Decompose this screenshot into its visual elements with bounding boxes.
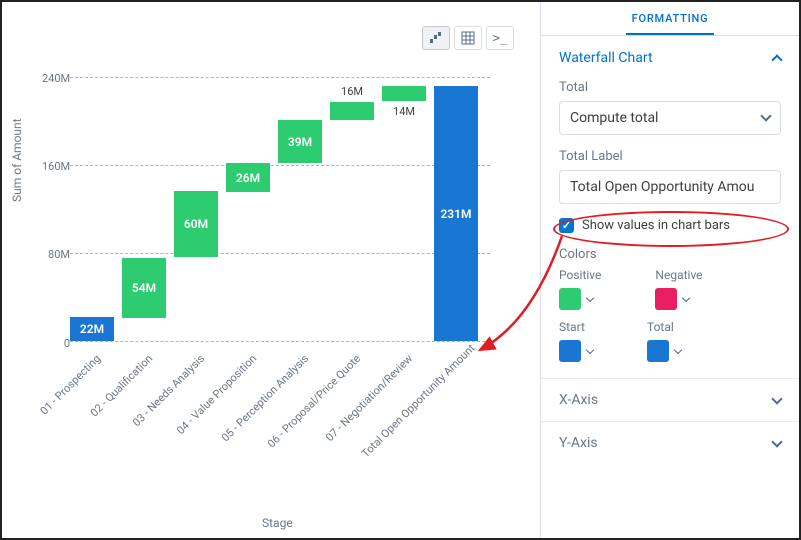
bar-start[interactable]: 22M xyxy=(70,317,114,341)
chart-view-button[interactable] xyxy=(422,26,450,50)
grid-line xyxy=(70,341,490,342)
y-tick: 160M xyxy=(42,160,70,173)
color-negative: Negative xyxy=(655,268,702,310)
bar-label: 14M xyxy=(378,105,430,118)
x-tick-label: Total Open Opportunity Amount xyxy=(359,352,467,460)
chart-plot: 22M 54M 60M 26M 39M 16M 14M 231M xyxy=(70,77,490,342)
section-x-axis[interactable]: X-Axis xyxy=(541,378,799,421)
color-start-picker[interactable] xyxy=(559,340,593,362)
color-swatch xyxy=(559,288,581,310)
chevron-down-icon xyxy=(771,393,782,404)
grid-line xyxy=(70,253,490,254)
total-select[interactable]: Compute total xyxy=(559,101,781,135)
colors-label: Colors xyxy=(541,247,799,268)
total-label: Total xyxy=(541,76,799,101)
checkbox-checked-icon[interactable]: ✓ xyxy=(559,218,574,233)
bar-positive[interactable]: 26M xyxy=(226,163,270,192)
x-axis-title: Stage xyxy=(262,516,293,530)
bar-total[interactable]: 231M xyxy=(434,86,478,341)
x-tick-label: 03 - Needs Analysis xyxy=(99,352,207,460)
bar-positive[interactable]: 39M xyxy=(278,120,322,163)
chevron-down-icon xyxy=(760,110,771,121)
color-swatch xyxy=(559,340,581,362)
formatting-pane: FORMATTING Waterfall Chart Total Compute… xyxy=(541,2,799,538)
y-tick: 80M xyxy=(42,248,70,261)
x-tick-label: 01 - Prospecting xyxy=(0,352,103,460)
bar-positive[interactable]: 60M xyxy=(174,191,218,257)
x-tick-label: 02 - Qualification xyxy=(47,352,155,460)
grid-line xyxy=(70,165,490,166)
chevron-up-icon xyxy=(771,54,782,65)
chevron-down-icon xyxy=(586,294,594,302)
total-label-label: Total Label xyxy=(541,145,799,170)
section-title: Waterfall Chart xyxy=(559,50,653,66)
color-positive: Positive xyxy=(559,268,601,310)
x-tick-label: 06 - Proposal/Price Quote xyxy=(255,352,363,460)
section-waterfall-header[interactable]: Waterfall Chart xyxy=(541,36,799,76)
colors-section: Positive Negative Start xyxy=(541,268,799,378)
show-values-label: Show values in chart bars xyxy=(582,218,730,233)
waterfall-icon xyxy=(429,31,443,45)
grid-line xyxy=(70,77,490,78)
color-swatch xyxy=(647,340,669,362)
color-swatch xyxy=(655,288,677,310)
tab-header: FORMATTING xyxy=(541,2,799,36)
color-negative-picker[interactable] xyxy=(655,288,702,310)
chart-toolbar: >_ xyxy=(422,26,514,50)
bar-label: 16M xyxy=(326,85,378,98)
section-y-axis[interactable]: Y-Axis xyxy=(541,421,799,464)
chevron-down-icon xyxy=(682,294,690,302)
query-button[interactable]: >_ xyxy=(486,26,514,50)
prompt-icon: >_ xyxy=(493,31,507,45)
x-tick-label: 07 - Negotiation/Review xyxy=(307,352,415,460)
table-icon xyxy=(461,31,475,45)
bar-positive[interactable]: 54M xyxy=(122,258,166,318)
chart-pane: >_ Sum of Amount 240M 160M 80M 0 22M 54M… xyxy=(2,2,541,538)
chevron-down-icon xyxy=(674,346,682,354)
tab-formatting[interactable]: FORMATTING xyxy=(626,4,715,35)
y-tick: 0 xyxy=(42,337,70,350)
color-total: Total xyxy=(647,320,681,362)
bar-positive[interactable] xyxy=(330,102,374,120)
x-tick-label: 04 - Value Proposition xyxy=(151,352,259,460)
chevron-down-icon xyxy=(586,346,594,354)
table-view-button[interactable] xyxy=(454,26,482,50)
color-positive-picker[interactable] xyxy=(559,288,601,310)
color-start: Start xyxy=(559,320,593,362)
total-label-input[interactable]: Total Open Opportunity Amou xyxy=(559,170,781,204)
color-total-picker[interactable] xyxy=(647,340,681,362)
chevron-down-icon xyxy=(771,436,782,447)
app-frame: >_ Sum of Amount 240M 160M 80M 0 22M 54M… xyxy=(0,0,801,540)
x-tick-label: 05 - Perception Analysis xyxy=(203,352,311,460)
y-axis-title: Sum of Amount xyxy=(10,118,24,202)
bar-positive[interactable] xyxy=(382,86,426,101)
y-tick: 240M xyxy=(42,72,70,85)
show-values-row[interactable]: ✓ Show values in chart bars xyxy=(541,214,799,247)
